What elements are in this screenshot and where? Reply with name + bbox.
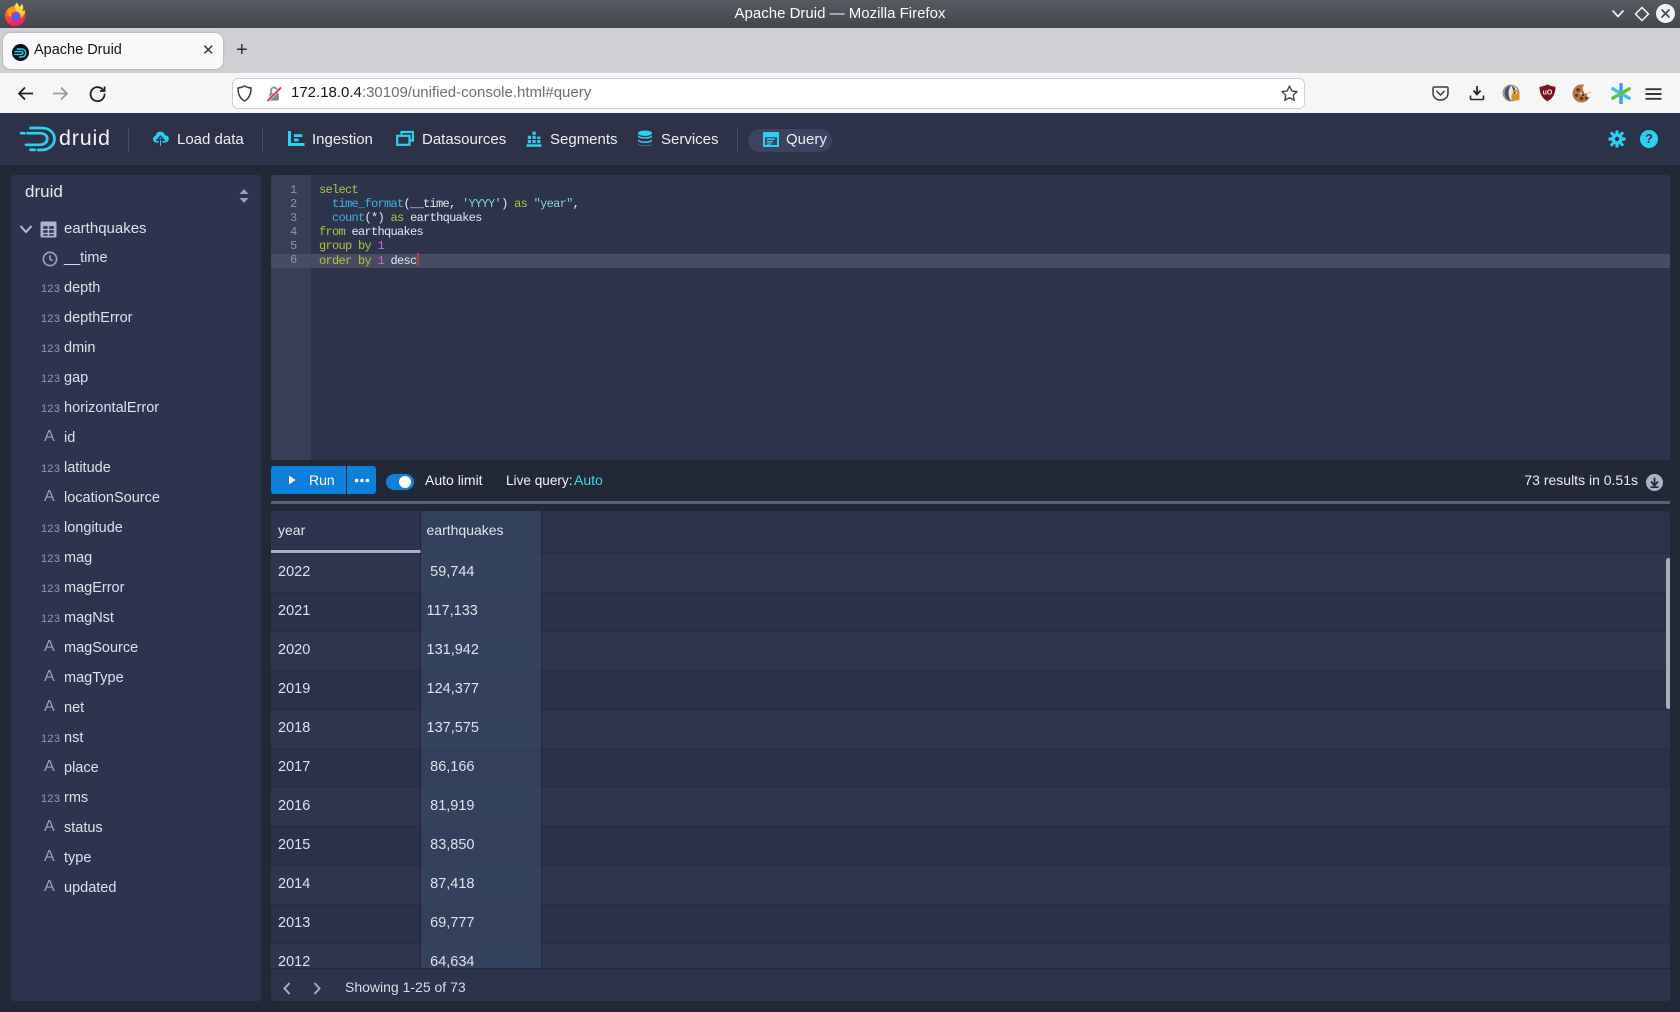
svg-text:uO: uO [1543, 90, 1553, 97]
